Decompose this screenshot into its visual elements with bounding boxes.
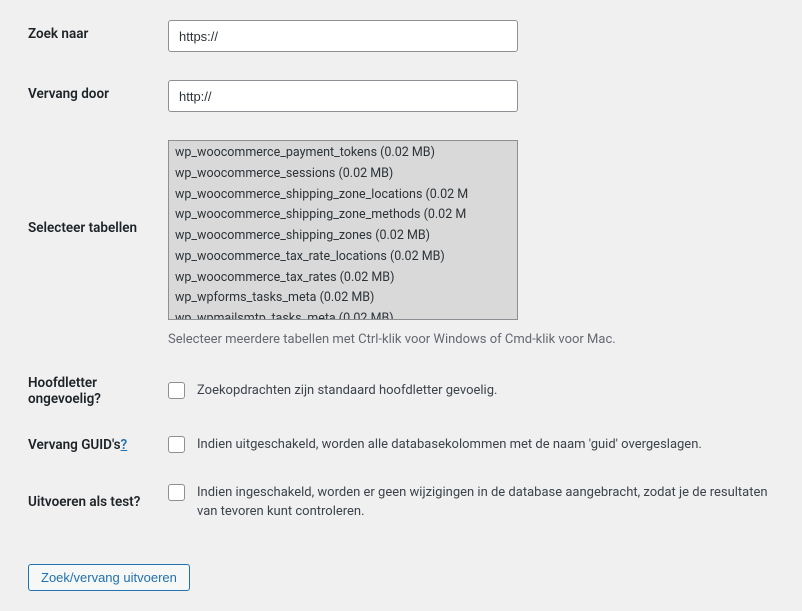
table-option[interactable]: wp_wpmailsmtp_tasks_meta (0.02 MB) <box>169 309 517 320</box>
table-option[interactable]: wp_woocommerce_payment_tokens (0.02 MB) <box>169 143 517 164</box>
dry-run-label: Uitvoeren als test? <box>10 494 168 510</box>
table-option[interactable]: wp_woocommerce_shipping_zones (0.02 MB) <box>169 226 517 247</box>
dry-run-checkbox[interactable] <box>168 484 185 501</box>
table-option[interactable]: wp_woocommerce_sessions (0.02 MB) <box>169 164 517 185</box>
case-insensitive-desc: Zoekopdrachten zijn standaard hoofdlette… <box>197 381 497 401</box>
table-option[interactable]: wp_woocommerce_tax_rates (0.02 MB) <box>169 268 517 289</box>
replace-with-input[interactable] <box>168 80 518 112</box>
case-insensitive-row: Hoofdletter ongevoelig? Zoekopdrachten z… <box>10 375 792 407</box>
replace-guids-desc: Indien uitgeschakeld, worden alle databa… <box>197 435 702 455</box>
replace-with-row: Vervang door <box>10 80 792 112</box>
replace-guids-row: Vervang GUID's? Indien uitgeschakeld, wo… <box>10 435 792 455</box>
case-insensitive-label: Hoofdletter ongevoelig? <box>10 375 168 407</box>
select-tables-label: Selecteer tabellen <box>10 140 168 236</box>
case-insensitive-checkbox[interactable] <box>168 382 185 399</box>
search-for-label: Zoek naar <box>10 20 168 42</box>
submit-button[interactable]: Zoek/vervang uitvoeren <box>28 564 190 591</box>
table-option[interactable]: wp_woocommerce_tax_rate_locations (0.02 … <box>169 247 517 268</box>
submit-row: Zoek/vervang uitvoeren <box>10 550 792 591</box>
search-replace-form: Zoek naar Vervang door Selecteer tabelle… <box>10 20 792 591</box>
table-option[interactable]: wp_wpforms_tasks_meta (0.02 MB) <box>169 288 517 309</box>
search-for-input[interactable] <box>168 20 518 52</box>
replace-guids-help-link[interactable]: ? <box>121 437 128 453</box>
search-for-row: Zoek naar <box>10 20 792 52</box>
select-tables-row: Selecteer tabellen wp_woocommerce_paymen… <box>10 140 792 347</box>
dry-run-desc: Indien ingeschakeld, worden er geen wijz… <box>197 483 772 522</box>
replace-guids-checkbox[interactable] <box>168 436 185 453</box>
replace-with-label: Vervang door <box>10 80 168 102</box>
replace-guids-label: Vervang GUID's? <box>10 437 168 453</box>
table-option[interactable]: wp_woocommerce_shipping_zone_locations (… <box>169 185 517 206</box>
table-option[interactable]: wp_woocommerce_shipping_zone_methods (0.… <box>169 205 517 226</box>
select-tables-listbox[interactable]: wp_woocommerce_payment_tokens (0.02 MB) … <box>168 140 518 320</box>
select-tables-help: Selecteer meerdere tabellen met Ctrl-kli… <box>168 332 772 347</box>
dry-run-row: Uitvoeren als test? Indien ingeschakeld,… <box>10 483 792 522</box>
